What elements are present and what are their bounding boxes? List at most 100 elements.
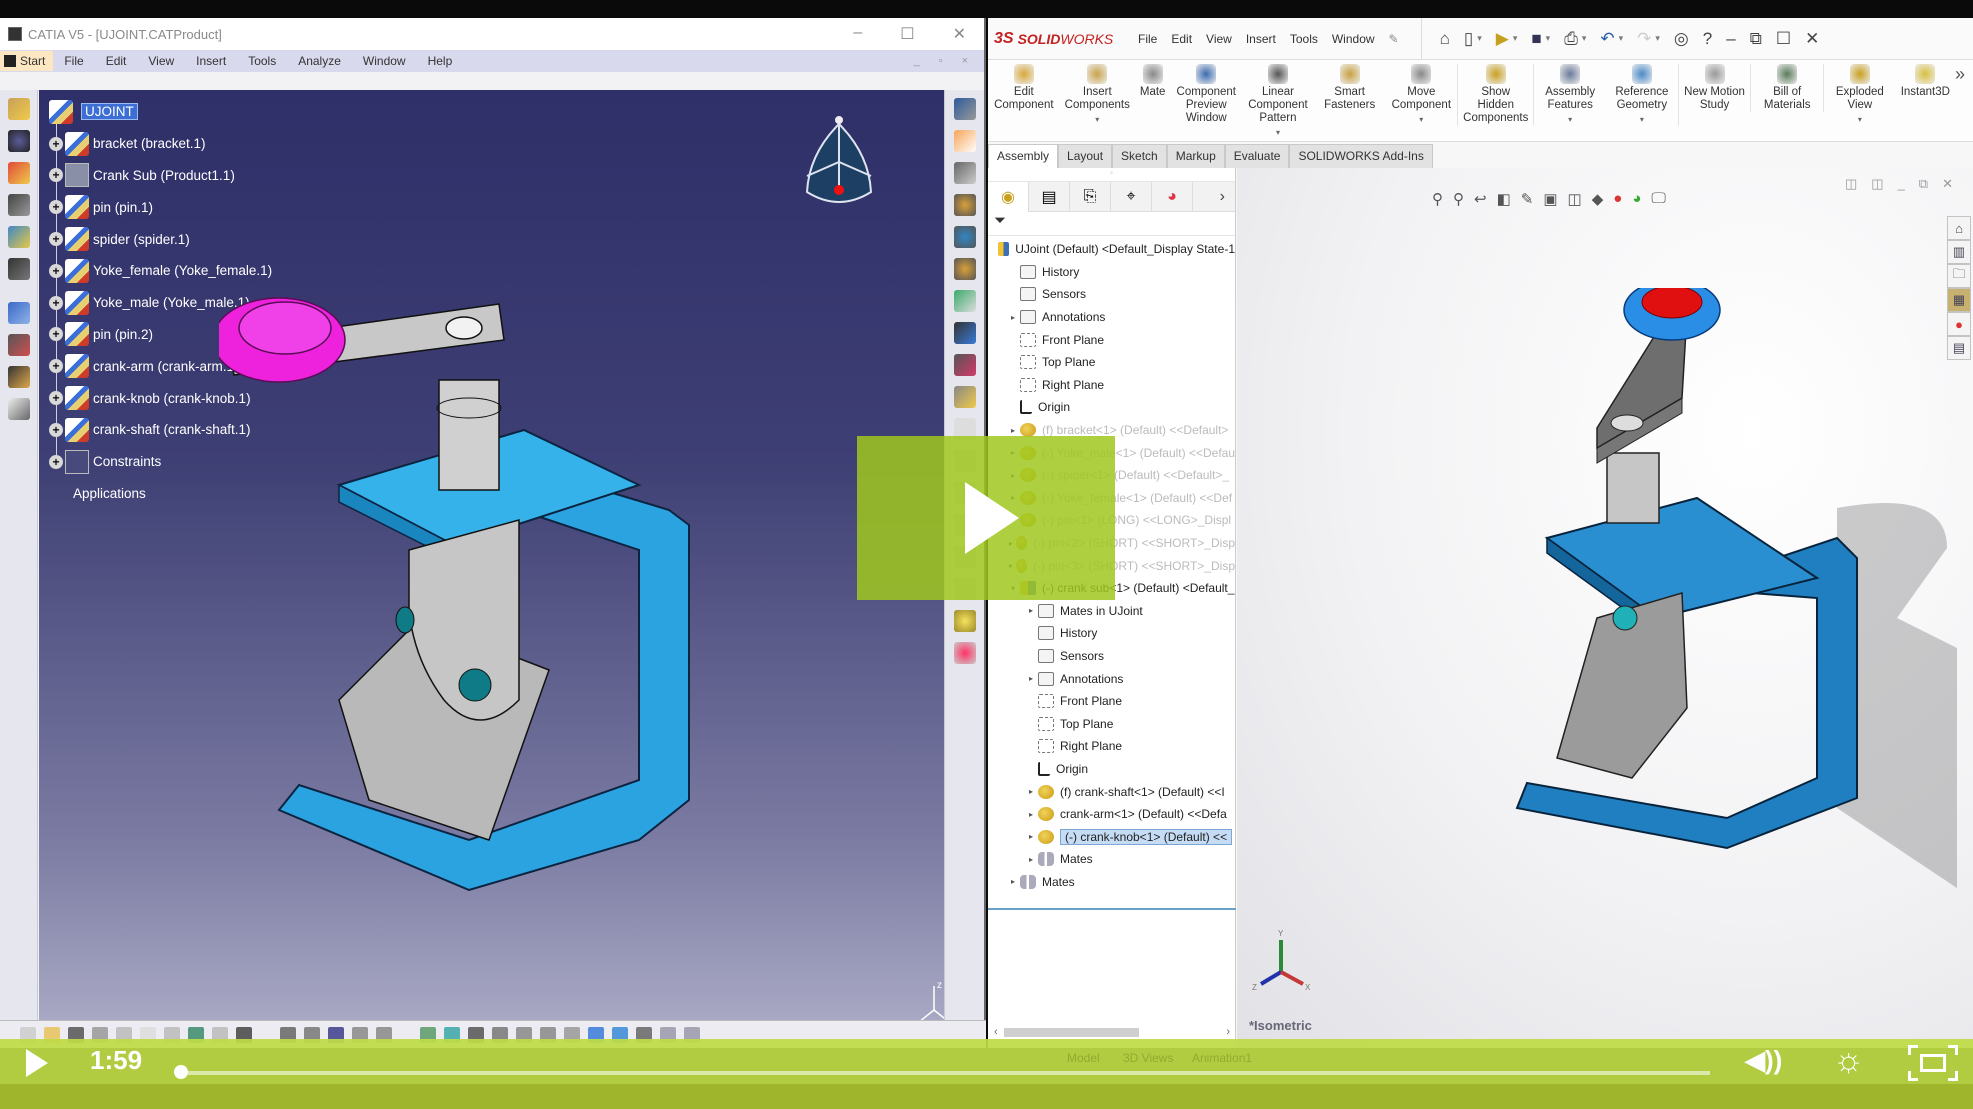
sw-minimize-button[interactable]: – xyxy=(1726,29,1735,49)
sw-close-button[interactable]: ✕ xyxy=(1805,29,1819,49)
fix-component-icon[interactable] xyxy=(953,354,976,376)
more-tabs-arrow-icon[interactable]: › xyxy=(1220,188,1235,206)
feature-tree-item[interactable]: Right Plane xyxy=(988,374,1235,397)
expand-arrow-icon[interactable]: ▸ xyxy=(1024,832,1038,841)
tree-root[interactable]: UJOINT xyxy=(47,96,272,128)
cmd-instant3d[interactable]: Instant3D xyxy=(1896,64,1955,99)
menu-start[interactable]: Start xyxy=(0,51,54,71)
tree-item[interactable]: + pin (pin.1) xyxy=(47,191,272,223)
menu-analyze[interactable]: Analyze xyxy=(287,54,352,68)
feature-tree-item[interactable]: Top Plane xyxy=(988,712,1235,735)
menu-insert[interactable]: Insert xyxy=(185,54,237,68)
save-dropdown[interactable]: ▾ xyxy=(1546,33,1551,44)
pin-icon[interactable]: ✎ xyxy=(1389,32,1399,46)
new-document-icon[interactable]: ▯ xyxy=(1464,29,1473,49)
hide-show-items-icon[interactable]: ◆ xyxy=(1592,190,1604,208)
expand-icon[interactable]: + xyxy=(49,295,63,310)
feature-tree-item[interactable]: ▸ crank-arm<1> (Default) <<Defa xyxy=(988,803,1235,826)
menu-help[interactable]: Help xyxy=(417,54,464,68)
minimize-button[interactable]: – xyxy=(853,24,862,44)
fix-together-icon[interactable] xyxy=(953,386,976,408)
doc-minimize-icon[interactable]: _ xyxy=(1898,176,1905,192)
gear-icon[interactable]: ☼ xyxy=(1833,1041,1864,1080)
catalog-icon[interactable] xyxy=(7,398,30,420)
catia-ujoint-model[interactable] xyxy=(219,280,779,900)
feature-tree-item[interactable]: Sensors xyxy=(988,645,1235,668)
menu-tools[interactable]: Tools xyxy=(237,54,287,68)
help-icon[interactable]: ? xyxy=(1703,29,1712,49)
clash-icon[interactable] xyxy=(953,642,976,664)
feature-tree-item[interactable]: ▸ Annotations xyxy=(988,306,1235,329)
apply-scene-icon[interactable]: ◕ xyxy=(1632,190,1641,208)
select-icon[interactable] xyxy=(953,130,976,152)
assembly-design-icon[interactable] xyxy=(953,98,976,120)
menu-view[interactable]: View xyxy=(137,54,185,68)
feature-tree-item[interactable]: ▸ Mates xyxy=(988,871,1235,894)
manipulate-icon[interactable] xyxy=(953,162,976,184)
cmd-reference-geometry[interactable]: Reference Geometry ▾ xyxy=(1606,64,1679,126)
expand-icon[interactable]: + xyxy=(49,359,63,374)
tree-item[interactable]: + Crank Sub (Product1.1) xyxy=(47,160,272,192)
cmd-linear-component-pattern[interactable]: Linear Component Pattern ▾ xyxy=(1242,64,1314,139)
feature-tree-item[interactable]: Sensors xyxy=(988,283,1235,306)
expand-arrow-icon[interactable]: ▸ xyxy=(1006,426,1020,435)
user-icon[interactable]: ◎ xyxy=(1674,29,1689,49)
open-dropdown[interactable]: ▾ xyxy=(1513,33,1518,44)
doc-close-icon[interactable]: ✕ xyxy=(1942,176,1953,192)
redo-icon[interactable]: ↷ xyxy=(1637,29,1651,49)
filter-icon[interactable]: ⏷ xyxy=(988,212,1235,236)
sw-menu-window[interactable]: Window xyxy=(1332,32,1375,46)
contact-constraint-icon[interactable] xyxy=(953,258,976,280)
light-bulb-icon[interactable] xyxy=(953,610,976,632)
menu-edit[interactable]: Edit xyxy=(95,54,138,68)
dropdown-arrow-icon[interactable]: ▾ xyxy=(1419,113,1423,126)
feature-manager-tree-tab[interactable]: ◉ xyxy=(988,181,1029,212)
scroll-thumb[interactable] xyxy=(1003,1027,1139,1037)
progress-scrubber[interactable] xyxy=(174,1065,188,1079)
expand-arrow-icon[interactable]: ▸ xyxy=(1006,877,1020,886)
view-orientation-icon[interactable]: ▣ xyxy=(1543,190,1557,208)
display-style-icon[interactable]: ◫ xyxy=(1568,190,1582,208)
new-dropdown[interactable]: ▾ xyxy=(1477,33,1482,44)
big-play-button[interactable] xyxy=(857,436,1115,600)
feature-tree-item[interactable]: Top Plane xyxy=(988,351,1235,374)
view-settings-icon[interactable]: 🖵 xyxy=(1651,190,1665,208)
expand-icon[interactable]: + xyxy=(49,327,63,342)
scroll-left-icon[interactable]: ‹ xyxy=(994,1026,998,1038)
menu-file[interactable]: File xyxy=(53,54,94,68)
progress-track[interactable] xyxy=(180,1071,1710,1075)
tab-layout[interactable]: Layout xyxy=(1058,144,1113,168)
cmd-move-component[interactable]: Move Component ▾ xyxy=(1385,64,1459,126)
coincidence-constraint-icon[interactable] xyxy=(953,226,976,248)
expand-arrow-icon[interactable]: ▸ xyxy=(1024,855,1038,864)
tab-sketch[interactable]: Sketch xyxy=(1112,144,1167,168)
tree-item[interactable]: + bracket (bracket.1) xyxy=(47,128,272,160)
sw-menu-tools[interactable]: Tools xyxy=(1290,32,1318,46)
tree-horizontal-scrollbar[interactable]: ‹ › xyxy=(994,1026,1230,1038)
redo-dropdown[interactable]: ▾ xyxy=(1655,33,1660,44)
zoom-to-area-icon[interactable]: ⚲ xyxy=(1453,190,1464,208)
expand-arrow-icon[interactable]: ▸ xyxy=(1024,787,1038,796)
print-dropdown[interactable]: ▾ xyxy=(1582,33,1587,44)
expand-icon[interactable]: + xyxy=(49,454,63,469)
sw-ujoint-model[interactable] xyxy=(1477,288,1957,928)
configuration-manager-tab[interactable]: ⎘ xyxy=(1070,181,1111,212)
zoom-to-fit-icon[interactable]: ⚲ xyxy=(1432,190,1443,208)
feature-tree-item[interactable]: Origin xyxy=(988,396,1235,419)
play-button[interactable] xyxy=(26,1049,48,1077)
existing-component-icon[interactable] xyxy=(7,258,30,280)
cmd-mate[interactable]: Mate xyxy=(1135,64,1171,99)
more-commands-icon[interactable]: » xyxy=(1955,64,1973,85)
expand-icon[interactable]: + xyxy=(49,168,63,183)
feature-tree-item[interactable]: ▸ Mates in UJoint xyxy=(988,600,1235,623)
expand-icon[interactable]: + xyxy=(49,422,63,437)
home-icon[interactable]: ⌂ xyxy=(1440,29,1450,49)
maximize-button[interactable]: ☐ xyxy=(900,24,914,44)
cmd-smart-fasteners[interactable]: Smart Fasteners xyxy=(1314,64,1386,112)
scroll-right-icon[interactable]: › xyxy=(1226,1026,1230,1038)
dropdown-arrow-icon[interactable]: ▾ xyxy=(1640,113,1644,126)
angle-constraint-icon[interactable] xyxy=(953,322,976,344)
offset-constraint-icon[interactable] xyxy=(953,290,976,312)
display-manager-tab[interactable]: ◕ xyxy=(1152,181,1193,212)
doc-next-icon[interactable]: ◫ xyxy=(1871,176,1883,192)
